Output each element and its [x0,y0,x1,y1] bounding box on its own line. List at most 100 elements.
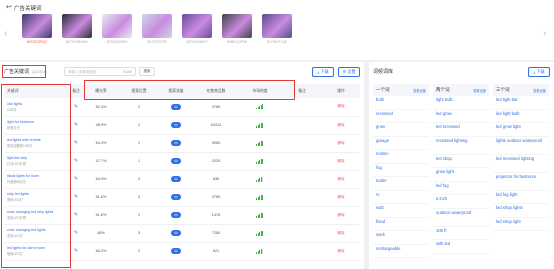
keyword-en[interactable]: strip led lights [7,192,70,196]
col-note: 备注 [70,84,82,98]
search-input[interactable]: 请输入关键词搜索 0/100 [64,67,136,76]
word-item[interactable]: motion [373,150,429,164]
remove-link[interactable]: 移除 [337,213,344,217]
word-item[interactable]: trailer [373,177,429,191]
word-column-title: 两个词 [436,87,450,92]
word-item[interactable]: projector for bedroom [493,173,549,191]
view-all-link[interactable]: 查看全部 [533,88,546,93]
traffic-cell: 中 [158,152,194,171]
col-exposure[interactable]: 曝光率 [82,84,120,98]
product-card[interactable]: B07HGCB6PX [182,14,212,44]
word-item[interactable]: led grow light [493,123,549,137]
col-market-heat[interactable]: 市场热度 [238,84,282,98]
word-item[interactable]: lights outdoor waterproof [493,137,549,155]
remove-link[interactable]: 移除 [337,123,344,127]
remove-link[interactable]: 移除 [337,195,344,199]
keyword-table: 关键词 备注 曝光率 搜索位置 搜索流量 在售商品数 市场热度 备注 操作 us… [4,84,360,261]
col-search-traffic[interactable]: 搜索流量 [158,84,194,98]
word-item[interactable]: led light bulb [493,110,549,123]
note-icon[interactable]: ✎ [74,104,78,110]
traffic-badge: 中 [171,176,181,182]
remove-link[interactable]: 移除 [337,104,344,108]
note-icon[interactable]: ✎ [74,194,78,200]
download-button[interactable]: ⤓ 下载 [312,67,334,77]
remove-link[interactable]: 移除 [337,231,344,235]
product-card[interactable]: B07JP2G75R [142,14,172,44]
keyword-en[interactable]: usb lights [7,102,70,106]
word-item[interactable]: fog [373,164,429,177]
remove-link[interactable]: 移除 [337,177,344,181]
word-item[interactable]: bulb [373,96,429,110]
remove-link[interactable]: 移除 [337,141,344,145]
word-item[interactable]: recessed lighting [433,137,489,155]
note-icon[interactable]: ✎ [74,122,78,128]
note-icon[interactable]: ✎ [74,230,78,236]
word-item[interactable]: led shop light [493,218,549,231]
keyword-en[interactable]: led lights for dorm room [7,246,70,250]
exposure-cell: 48% [82,224,120,243]
note-icon[interactable]: ✎ [74,212,78,218]
product-card[interactable]: B07GK2BHWH [62,14,92,44]
word-item[interactable]: led shop [433,155,489,168]
note-icon[interactable]: ✎ [74,176,78,182]
word-item[interactable]: with led [433,240,489,254]
word-item[interactable]: work [373,231,429,245]
remove-link[interactable]: 移除 [337,249,344,253]
gear-icon: ⚙ [342,69,347,74]
search-button[interactable]: 搜索 [139,67,155,76]
remove-link[interactable]: 移除 [337,159,344,163]
chevron-left-icon[interactable]: ‹ [4,28,7,39]
col-keyword[interactable]: 关键词 [4,84,70,98]
word-item[interactable]: led fog light [493,191,549,204]
word-item[interactable]: garage [373,137,429,150]
word-download-button[interactable]: ⤓ 下载 [528,67,550,77]
keyword-cn: 抖音房间灯光 [7,180,27,184]
chevron-right-icon[interactable]: › [543,28,546,39]
product-card[interactable]: B07KB7T4Q5 [262,14,292,44]
keyword-en[interactable]: color changing led lights [7,228,70,232]
table-row: strip led lights 条形LED灯 ✎ 61.6% 3 中 3760… [4,188,360,207]
word-item[interactable]: led fog [433,182,489,195]
word-item[interactable]: grow [373,123,429,137]
position-cell: 2 [120,116,158,135]
settings-button[interactable]: ⚙ 设置 [338,67,360,77]
exposure-cell: 82.4% [82,98,120,117]
product-card[interactable]: B088CQ3P5D [222,14,252,44]
word-item[interactable]: outdoor waterproof [433,209,489,227]
word-item[interactable]: watt [373,204,429,218]
word-item[interactable]: 6 inch [433,195,489,209]
note-icon[interactable]: ✎ [74,158,78,164]
word-item[interactable]: flood [373,218,429,231]
word-item[interactable]: rv [373,191,429,204]
word-item[interactable]: led light bar [493,96,549,110]
heat-cell [238,170,282,189]
keyword-en[interactable]: led lights with remote [7,138,70,142]
word-item[interactable]: led recessed [433,123,489,137]
keyword-en[interactable]: color changing led strip lights [7,210,70,214]
word-item[interactable]: 100 ft [433,227,489,240]
keyword-en[interactable]: light led strip [7,156,70,160]
product-card[interactable]: B07KBQ8XRS [102,14,132,44]
heat-cell [238,188,282,207]
keyword-en[interactable]: light for bedroom [7,120,70,124]
view-all-link[interactable]: 查看全部 [413,88,426,93]
product-card[interactable]: B07GK22RQT [22,14,52,44]
exposure-cell: 61.6% [82,206,120,225]
word-item[interactable]: rechargeable [373,245,429,258]
note-icon[interactable]: ✎ [74,140,78,146]
view-all-link[interactable]: 查看全部 [473,88,486,93]
keyword-tab[interactable]: 广告关键词 (111/374) [4,68,46,75]
keyword-en[interactable]: tiktok lights for room [7,174,70,178]
word-item[interactable]: recessed [373,110,429,123]
word-item[interactable]: led recessed lighting [493,155,549,173]
col-products-count[interactable]: 在售商品数 [194,84,238,98]
word-item[interactable]: led grow [433,110,489,123]
back-icon[interactable]: ↩ [6,3,12,11]
word-item[interactable]: grow light [433,168,489,182]
col-search-position[interactable]: 搜索位置 [120,84,158,98]
position-cell: 3 [120,188,158,207]
table-row: usb lights USB灯 ✎ 82.4% 2 中 3785 移除 [4,98,360,117]
word-item[interactable]: led shop lights [493,204,549,218]
note-icon[interactable]: ✎ [74,248,78,254]
word-item[interactable]: light bulb [433,96,489,110]
